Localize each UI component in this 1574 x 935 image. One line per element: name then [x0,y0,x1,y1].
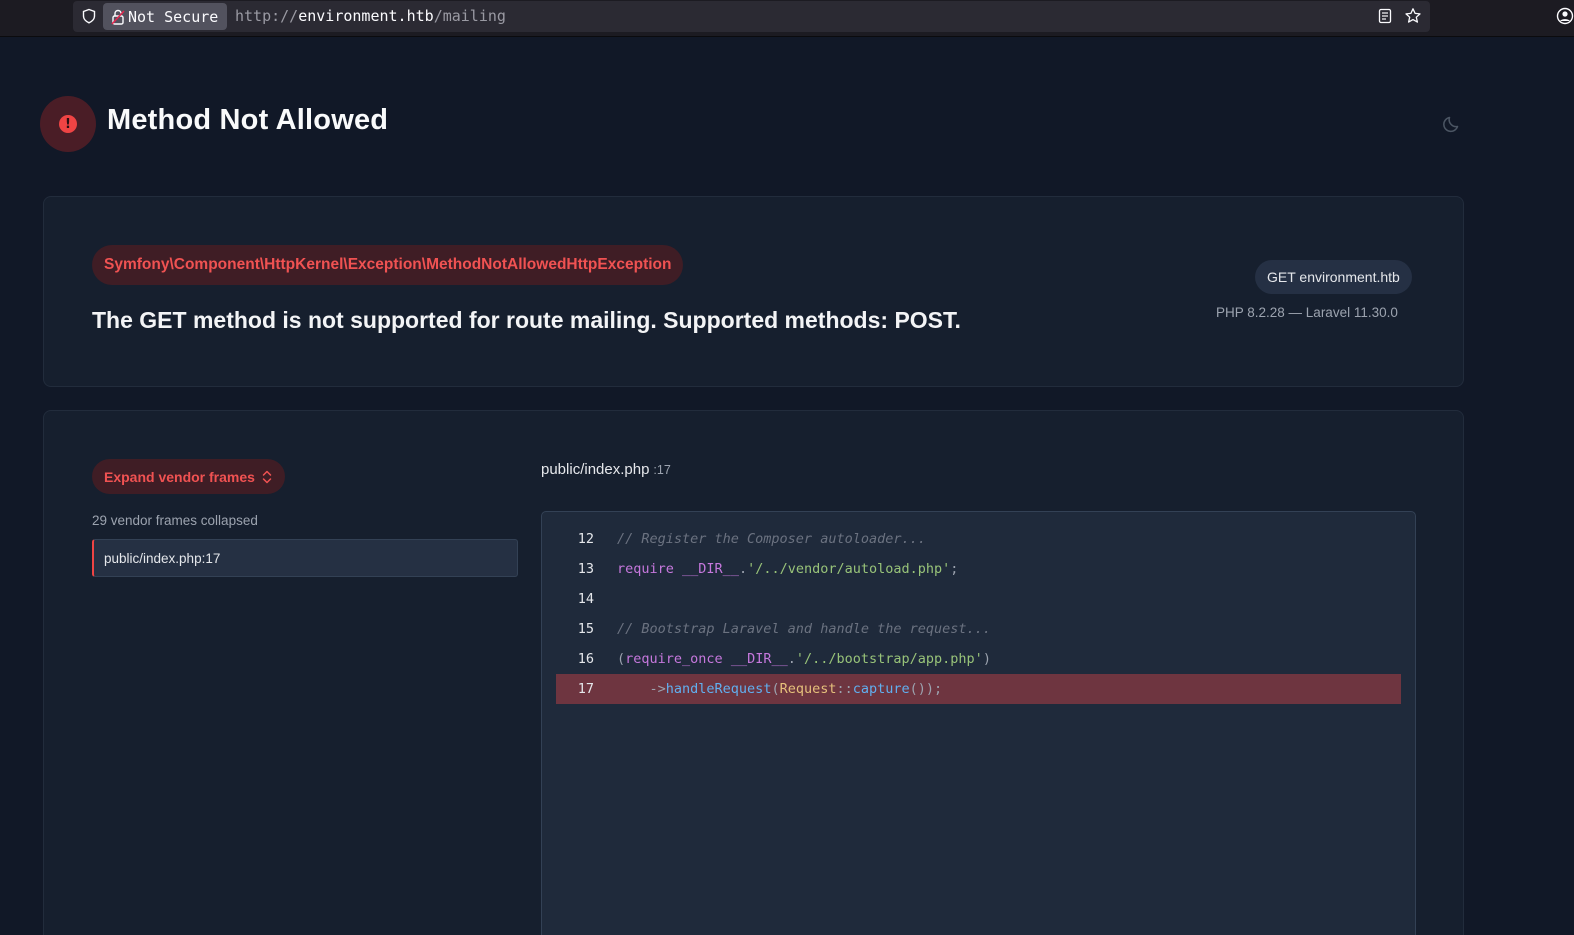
expand-vendor-frames-button[interactable]: Expand vendor frames [92,459,285,494]
code-line-number: 15 [577,621,594,637]
alert-icon: ! [59,115,77,133]
code-line: 14 [556,584,1401,614]
code-token: ( [771,681,780,697]
code-token: handleRequest [665,681,772,697]
code-token: Request [779,681,837,697]
not-secure-label: Not Secure [128,7,219,26]
expand-vendor-frames-label: Expand vendor frames [104,468,255,485]
page-title: Method Not Allowed [107,104,389,136]
chevron-up-down-icon [262,470,272,483]
code-token: require [617,561,674,577]
code-line: 17 -> handleRequest(Request:: capture ()); [556,674,1401,704]
exception-class-badge: Symfony\Component\HttpKernel\Exception\M… [92,245,684,285]
code-token: // Register the Composer autoloader... [617,531,926,547]
code-token: ( [617,651,626,667]
code-viewer: 12 // Register the Composer autoloader...… [541,511,1416,935]
code-token: :: [836,681,853,697]
vendor-frames-collapsed-text: 29 vendor frames collapsed [92,513,258,528]
code-token: ()); [909,681,943,697]
url-text[interactable]: http://environment.htb/mailing [235,7,506,25]
code-token: __DIR__ [730,651,788,667]
request-badge: GET environment.htb [1255,260,1412,294]
not-secure-indicator[interactable]: Not Secure [103,3,228,30]
code-line-number: 12 [577,531,594,547]
code-line-number: 17 [577,681,594,697]
exception-message: The GET method is not supported for rout… [92,307,961,333]
account-icon[interactable] [1556,7,1574,25]
code-line: 15 // Bootstrap Laravel and handle the re… [556,614,1401,644]
code-line: 16 (require_once __DIR__. '/../bootstrap/a… [556,644,1401,674]
source-line-number: :17 [653,463,671,477]
reader-view-icon[interactable] [1377,8,1393,24]
stack-frame-item[interactable]: public/index.php:17 [92,539,518,577]
code-line: 13 require __DIR__. '/../vendor/autoload.p… [556,554,1401,584]
code-token: __DIR__ [682,561,739,577]
code-token: -> [617,681,666,697]
frame-file: public/index.php [104,550,202,566]
code-token: require_once [625,651,723,667]
error-badge: ! [40,96,96,152]
code-token: '/../bootstrap/app.php' [795,651,983,667]
code-token: ) [982,651,991,667]
exception-card: Symfony\Component\HttpKernel\Exception\M… [43,196,1464,387]
star-icon[interactable] [1404,7,1422,25]
code-line-number: 16 [577,651,594,667]
stack-trace-card: Expand vendor frames 29 vendor frames co… [43,410,1464,935]
moon-icon[interactable] [1442,114,1462,134]
code-line-number: 14 [577,591,594,607]
browser-toolbar: Not Secure http://environment.htb/mailin… [0,0,1574,37]
url-host: environment.htb [298,7,434,25]
address-bar[interactable]: Not Secure http://environment.htb/mailin… [73,1,1430,32]
shield-icon[interactable] [81,8,97,24]
code-token: . [738,561,748,577]
source-file-name: public/index.php [541,461,650,478]
frame-line: :17 [201,550,221,566]
version-info: PHP 8.2.28 — Laravel 11.30.0 [1216,305,1398,320]
code-line: 12 // Register the Composer autoloader... [556,524,1401,554]
url-path: /mailing [433,7,506,25]
url-scheme: http:// [235,7,299,25]
code-token: capture [852,681,910,697]
lock-icon [111,9,125,25]
code-line-number: 13 [577,561,594,577]
code-token: // Bootstrap Laravel and handle the requ… [617,621,991,637]
code-token: ; [950,561,959,577]
code-token: '/../vendor/autoload.php' [747,561,951,577]
code-token: . [787,651,796,667]
source-file-path: public/index.php:17 [541,461,671,478]
